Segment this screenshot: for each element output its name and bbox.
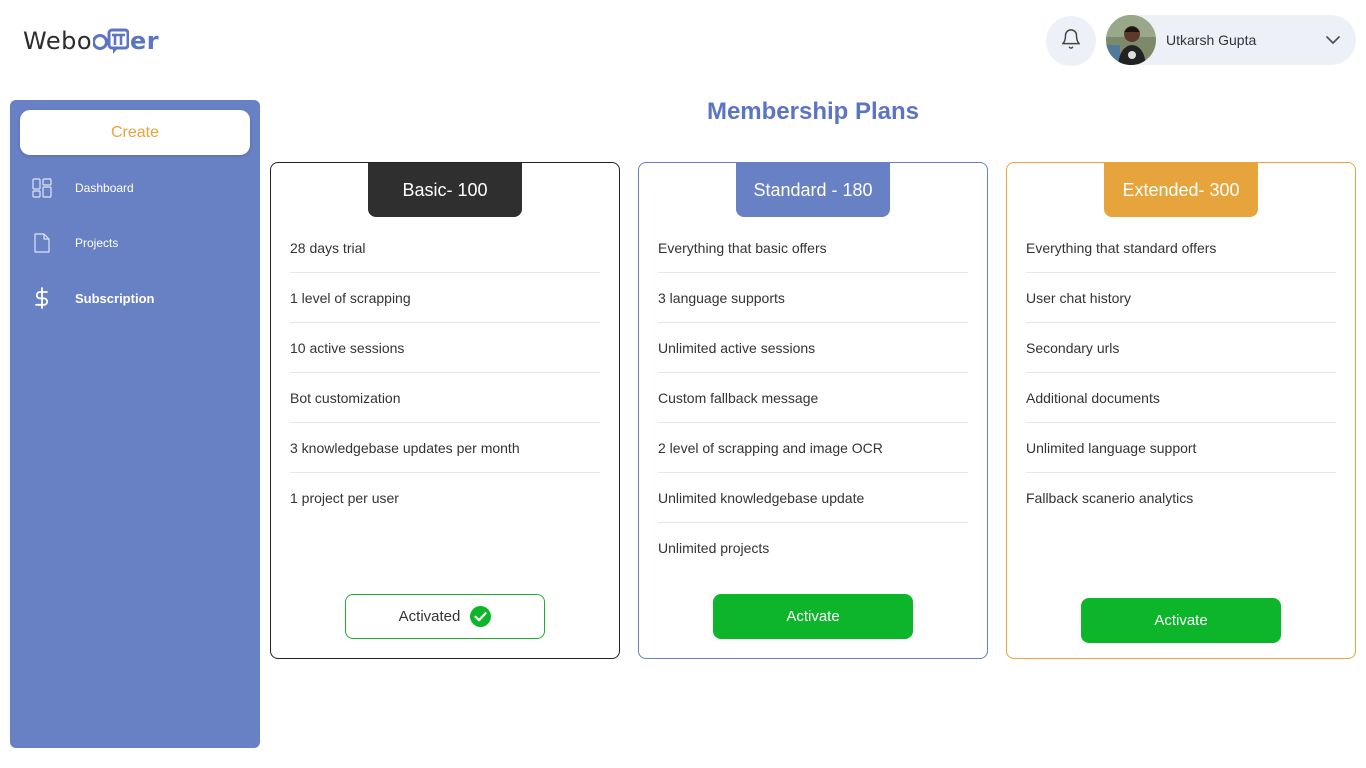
- feature-list: 28 days trial 1 level of scrapping 10 ac…: [290, 223, 600, 523]
- plan-name: Extended- 300: [1104, 163, 1258, 217]
- user-name: Utkarsh Gupta: [1166, 32, 1257, 48]
- plan-name: Basic- 100: [368, 163, 522, 217]
- feature-item: Fallback scanerio analytics: [1026, 490, 1194, 506]
- sidebar-item-projects[interactable]: Projects: [10, 223, 260, 263]
- feature-item: Unlimited projects: [658, 540, 770, 556]
- notification-button[interactable]: [1046, 16, 1096, 66]
- check-circle-icon: [470, 606, 492, 627]
- logo-text-suffix: er: [130, 27, 160, 55]
- sidebar-item-dashboard[interactable]: Dashboard: [10, 168, 260, 208]
- bell-icon: [1060, 28, 1082, 55]
- feature-item: 3 knowledgebase updates per month: [290, 423, 600, 473]
- plan-name: Standard - 180: [736, 163, 890, 217]
- feature-item: 28 days trial: [290, 223, 600, 273]
- feature-item: 10 active sessions: [290, 323, 600, 373]
- feature-item: Additional documents: [1026, 373, 1336, 423]
- sidebar: Create Dashboard Projects Subscription: [10, 100, 260, 748]
- sidebar-item-label: Dashboard: [75, 181, 134, 195]
- chevron-down-icon[interactable]: [1318, 35, 1348, 45]
- activate-standard-button[interactable]: Activate: [713, 594, 913, 639]
- page-title: Membership Plans: [706, 98, 920, 125]
- file-icon: [30, 231, 54, 255]
- sidebar-item-label: Subscription: [75, 290, 155, 306]
- feature-item: 1 project per user: [290, 490, 399, 506]
- feature-list: Everything that basic offers 3 language …: [658, 223, 968, 573]
- activate-extended-button[interactable]: Activate: [1081, 598, 1281, 643]
- dashboard-grid-icon: [30, 176, 54, 200]
- plan-card-basic: Basic- 100 28 days trial 1 level of scra…: [270, 162, 620, 659]
- feature-item: 2 level of scrapping and image OCR: [658, 423, 968, 473]
- dollar-icon: [30, 286, 54, 310]
- create-button[interactable]: Create: [20, 110, 250, 155]
- feature-item: Secondary urls: [1026, 323, 1336, 373]
- plan-card-standard: Standard - 180 Everything that basic off…: [638, 162, 988, 659]
- activated-button[interactable]: Activated: [345, 594, 545, 639]
- avatar[interactable]: [1106, 15, 1156, 65]
- feature-item: Everything that basic offers: [658, 223, 968, 273]
- app-logo[interactable]: Webo er: [23, 26, 159, 56]
- feature-item: Unlimited language support: [1026, 423, 1336, 473]
- feature-list: Everything that standard offers User cha…: [1026, 223, 1336, 523]
- feature-item: 3 language supports: [658, 273, 968, 323]
- feature-item: Everything that standard offers: [1026, 223, 1336, 273]
- feature-item: Unlimited active sessions: [658, 323, 968, 373]
- plan-card-extended: Extended- 300 Everything that standard o…: [1006, 162, 1356, 659]
- feature-item: 1 level of scrapping: [290, 273, 600, 323]
- sidebar-item-label: Projects: [75, 236, 119, 250]
- chat-bubble-tt-icon: [93, 27, 130, 55]
- feature-item: User chat history: [1026, 273, 1336, 323]
- button-label: Activated: [398, 608, 461, 625]
- feature-item: Unlimited knowledgebase update: [658, 473, 968, 523]
- feature-item: Bot customization: [290, 373, 600, 423]
- feature-item: Custom fallback message: [658, 373, 968, 423]
- user-menu[interactable]: Utkarsh Gupta: [1106, 15, 1356, 65]
- logo-text-prefix: Webo: [23, 27, 93, 55]
- sidebar-item-subscription[interactable]: Subscription: [10, 278, 260, 318]
